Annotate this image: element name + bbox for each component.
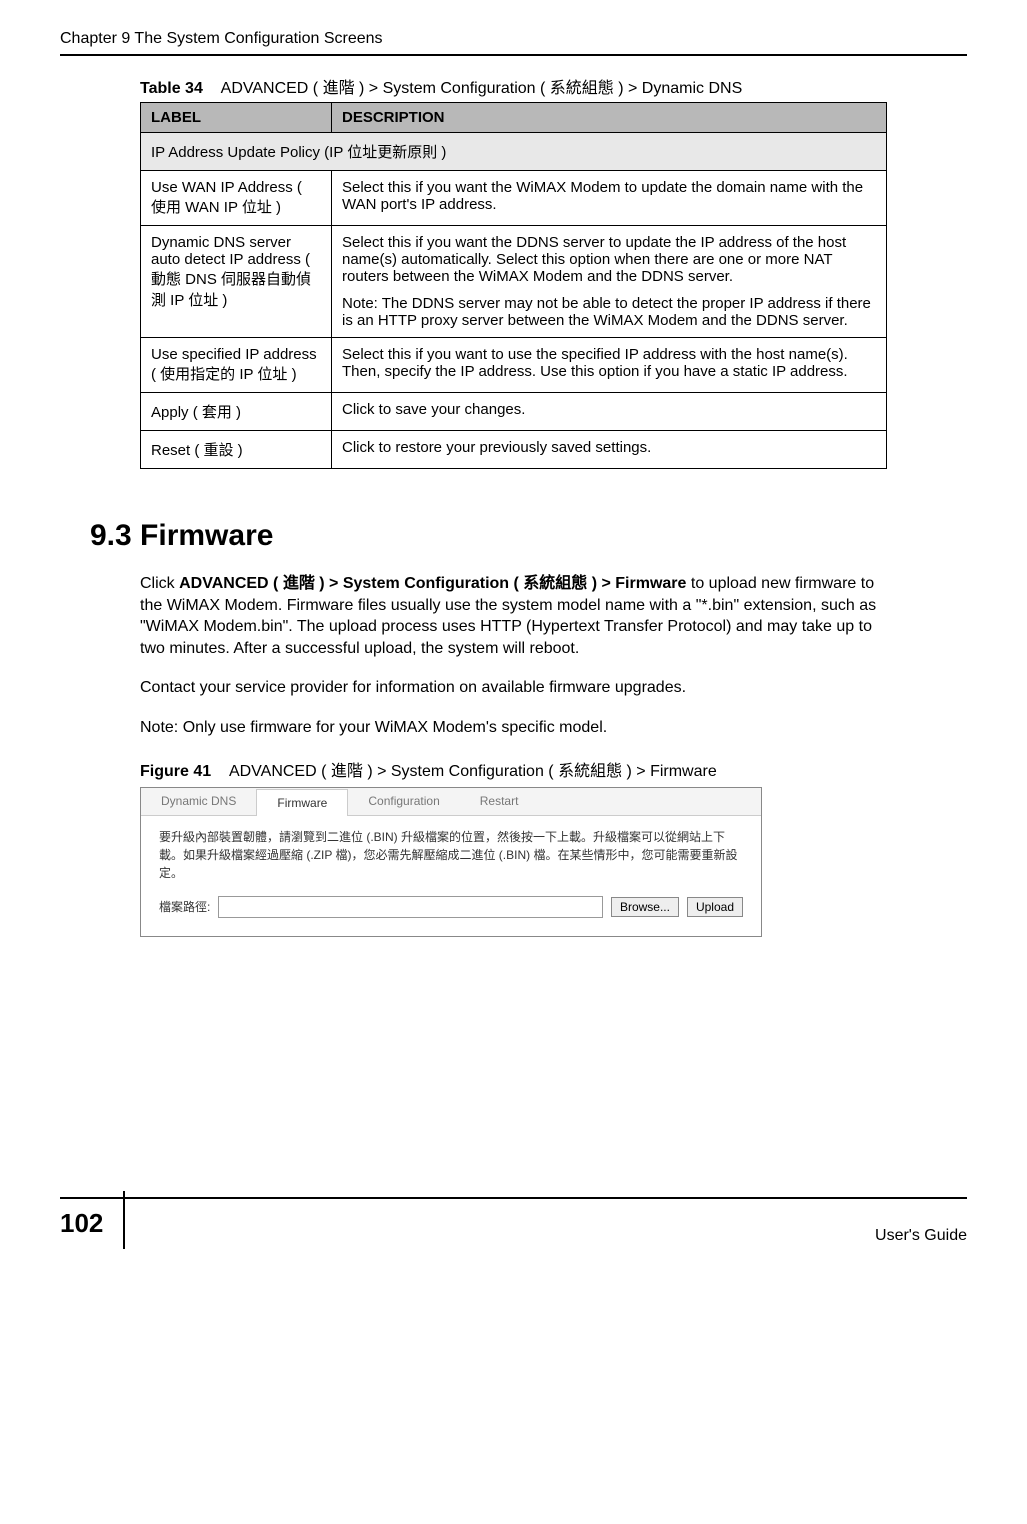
table-row: Dynamic DNS server auto detect IP addres… <box>141 226 887 338</box>
figure-caption-text: ADVANCED ( 進階 ) > System Configuration (… <box>229 763 717 780</box>
row-label: Use specified IP address ( 使用指定的 IP 位址 ) <box>141 338 332 393</box>
body-paragraph-note: Note: Only use firmware for your WiMAX M… <box>140 717 887 739</box>
tab-configuration[interactable]: Configuration <box>348 788 459 815</box>
row-desc: Click to restore your previously saved s… <box>332 431 887 469</box>
table-caption-rest: ADVANCED ( 進階 ) > System Configuration (… <box>221 80 743 97</box>
row-label: Apply ( 套用 ) <box>141 393 332 431</box>
col-description: DESCRIPTION <box>332 103 887 133</box>
row-desc: Select this if you want the DDNS server … <box>332 226 887 338</box>
row-desc: Select this if you want to use the speci… <box>332 338 887 393</box>
body-paragraph: Click ADVANCED ( 進階 ) > System Configura… <box>140 573 887 659</box>
table-section-row: IP Address Update Policy (IP 位址更新原則 ) <box>141 133 887 171</box>
table-row: Use specified IP address ( 使用指定的 IP 位址 )… <box>141 338 887 393</box>
file-path-label: 檔案路徑: <box>159 898 210 915</box>
page-number: 102 <box>60 1191 125 1249</box>
body-paragraph: Contact your service provider for inform… <box>140 677 887 699</box>
row-desc-note: Note: The DDNS server may not be able to… <box>342 295 876 329</box>
row-label: Dynamic DNS server auto detect IP addres… <box>141 226 332 338</box>
upload-instruction: 要升級內部裝置韌體，請瀏覽到二進位 (.BIN) 升級檔案的位置，然後按一下上載… <box>159 828 743 882</box>
figure-screenshot: Dynamic DNS Firmware Configuration Resta… <box>140 787 762 937</box>
table-row: Use WAN IP Address ( 使用 WAN IP 位址 ) Sele… <box>141 171 887 226</box>
row-desc-main: Select this if you want the DDNS server … <box>342 234 846 285</box>
figure-caption-label: Figure 41 <box>140 763 211 780</box>
file-path-row: 檔案路徑: Browse... Upload <box>159 896 743 918</box>
row-desc: Select this if you want the WiMAX Modem … <box>332 171 887 226</box>
upload-button[interactable]: Upload <box>687 897 743 917</box>
chapter-header: Chapter 9 The System Configuration Scree… <box>60 30 967 56</box>
table-caption: Table 34 ADVANCED ( 進階 ) > System Config… <box>140 74 887 98</box>
table-caption-text <box>207 80 220 97</box>
tab-restart[interactable]: Restart <box>460 788 539 815</box>
tab-bar: Dynamic DNS Firmware Configuration Resta… <box>141 788 761 816</box>
tab-firmware[interactable]: Firmware <box>256 789 348 816</box>
tab-dynamic-dns[interactable]: Dynamic DNS <box>141 788 256 815</box>
row-label: Use WAN IP Address ( 使用 WAN IP 位址 ) <box>141 171 332 226</box>
users-guide-label: User's Guide <box>875 1227 967 1249</box>
table-header-row: LABEL DESCRIPTION <box>141 103 887 133</box>
col-label: LABEL <box>141 103 332 133</box>
page-footer: 102 User's Guide <box>60 1197 967 1249</box>
figure-caption: Figure 41 ADVANCED ( 進階 ) > System Confi… <box>140 757 887 781</box>
file-path-input[interactable] <box>218 896 603 918</box>
row-label: Reset ( 重設 ) <box>141 431 332 469</box>
table-caption-label: Table 34 <box>140 80 203 97</box>
section-row-text: IP Address Update Policy (IP 位址更新原則 ) <box>141 133 887 171</box>
row-desc: Click to save your changes. <box>332 393 887 431</box>
section-title: 9.3 Firmware <box>90 519 967 553</box>
browse-button[interactable]: Browse... <box>611 897 679 917</box>
table-row: Reset ( 重設 ) Click to restore your previ… <box>141 431 887 469</box>
table-row: Apply ( 套用 ) Click to save your changes. <box>141 393 887 431</box>
dynamic-dns-table: LABEL DESCRIPTION IP Address Update Poli… <box>140 102 887 469</box>
